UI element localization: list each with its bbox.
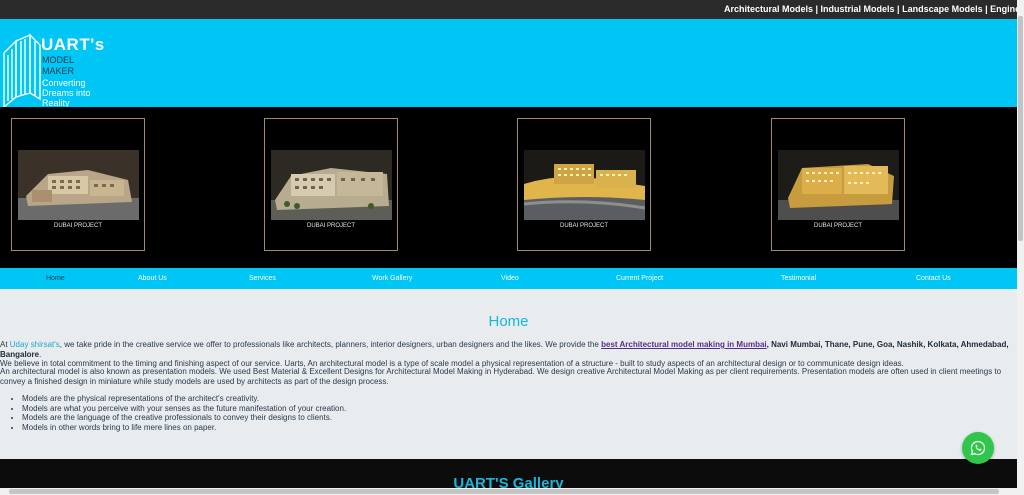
project-caption: DUBAI PROJECT xyxy=(53,223,102,229)
vertical-scrollbar[interactable] xyxy=(1017,0,1024,495)
site-header: UART's MODEL MAKER Converting Dreams int… xyxy=(0,19,1017,109)
presentation-models-paragraph: An architectural model is also known as … xyxy=(0,367,1002,386)
home-heading: Home xyxy=(488,313,529,330)
project-caption: DUBAI PROJECT xyxy=(306,223,355,229)
list-item: Models in other words bring to life mere… xyxy=(22,423,346,433)
project-card[interactable]: DUBAI PROJECT xyxy=(517,118,651,251)
nav-item-work-gallery[interactable]: Work Gallery xyxy=(372,275,412,282)
owner-name-link[interactable]: Uday shirsat's xyxy=(10,340,60,349)
project-model-photo xyxy=(778,150,899,220)
project-card[interactable]: DUBAI PROJECT xyxy=(11,118,145,251)
building-logo-icon[interactable] xyxy=(0,27,44,115)
intro-end: . xyxy=(39,349,42,359)
nav-item-home[interactable]: Home xyxy=(46,275,65,282)
top-ticker-bar: Architectural Models | Industrial Models… xyxy=(0,0,1017,19)
logo-tagline: Converting Dreams into Reality xyxy=(42,78,91,108)
whatsapp-icon xyxy=(970,440,986,456)
ticker-text: Architectural Models | Industrial Models… xyxy=(724,4,1017,14)
project-model-photo xyxy=(271,150,392,220)
nav-item-video[interactable]: Video xyxy=(501,275,519,282)
models-bullet-list: Models are the physical representations … xyxy=(22,394,346,432)
project-caption: DUBAI PROJECT xyxy=(813,223,862,229)
list-item: Models are what you perceive with your s… xyxy=(22,404,346,414)
logo-subtitle-line-1: MODEL xyxy=(42,55,75,65)
project-gallery-strip: DUBAI PROJECT DUBAI PROJECT DUBAI PROJEC… xyxy=(0,107,1017,268)
project-model-photo xyxy=(524,150,645,220)
logo-subtitle: MODEL MAKER xyxy=(42,55,74,77)
project-model-photo xyxy=(18,150,139,220)
project-card[interactable]: DUBAI PROJECT xyxy=(771,118,905,251)
intro-text: , we take pride in the creative service … xyxy=(59,340,602,349)
nav-item-contact-us[interactable]: Contact Us xyxy=(916,275,951,282)
horizontal-scrollbar[interactable] xyxy=(0,488,1017,495)
list-item: Models are the physical representations … xyxy=(22,394,346,404)
whatsapp-button[interactable] xyxy=(962,432,994,464)
logo-title[interactable]: UART's xyxy=(41,35,105,55)
intro-paragraph: At Uday shirsat's, we take pride in the … xyxy=(0,340,1017,369)
nav-item-current-project[interactable]: Current Project xyxy=(616,275,663,282)
best-model-making-link[interactable]: best Architectural model making in Mumba… xyxy=(601,340,767,349)
nav-item-testimonial[interactable]: Testimonial xyxy=(781,275,816,282)
project-caption: DUBAI PROJECT xyxy=(559,223,608,229)
nav-item-about-us[interactable]: About Us xyxy=(138,275,167,282)
logo-subtitle-line-2: MAKER xyxy=(42,66,75,76)
main-navigation: Home About Us Services Work Gallery Vide… xyxy=(0,268,1017,289)
project-card[interactable]: DUBAI PROJECT xyxy=(264,118,398,251)
nav-item-services[interactable]: Services xyxy=(249,275,276,282)
intro-prefix: At xyxy=(0,340,10,349)
vertical-scrollbar-thumb[interactable] xyxy=(1018,16,1023,241)
list-item: Models are the language of the creative … xyxy=(22,413,346,423)
horizontal-scrollbar-thumb[interactable] xyxy=(9,489,999,494)
